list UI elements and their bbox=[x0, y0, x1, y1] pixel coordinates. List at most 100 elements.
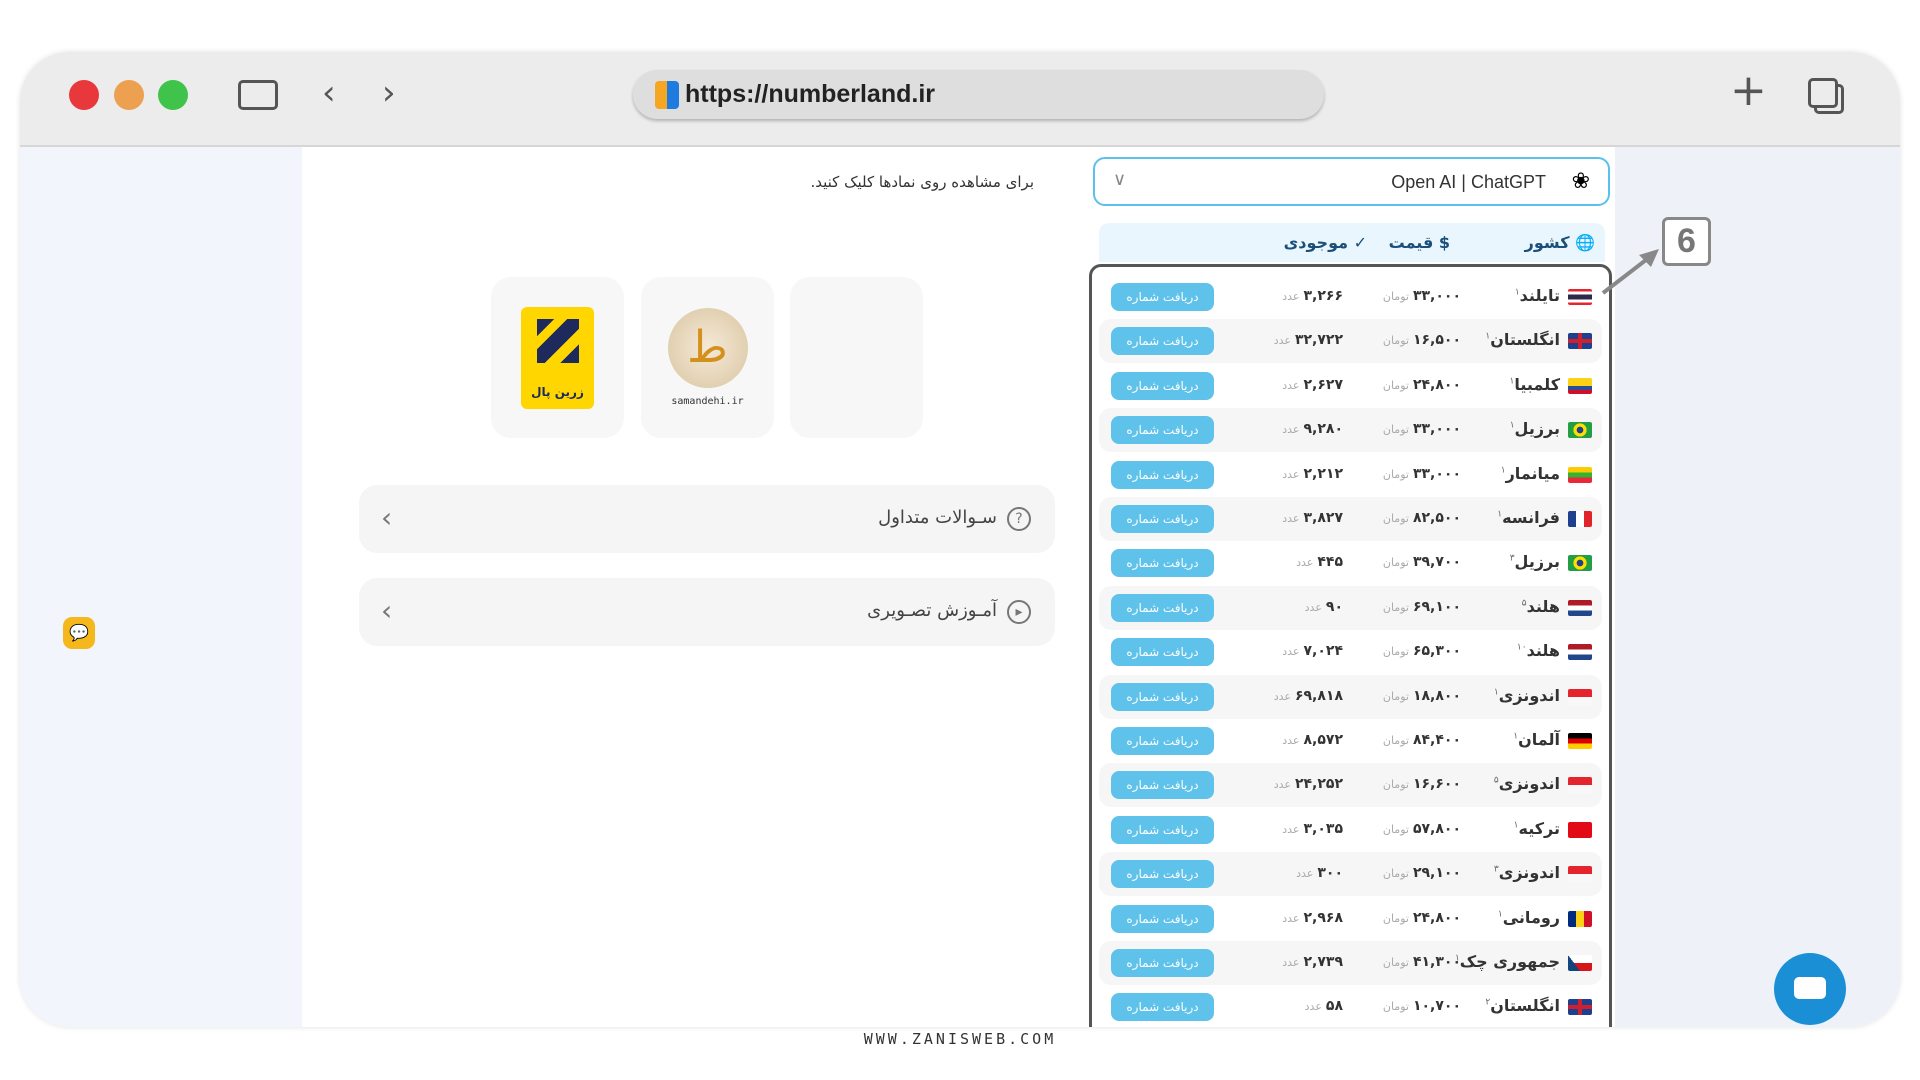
table-row: اندونزی۳ ۲۹,۱۰۰تومان ۳۰۰عدد دریافت شماره bbox=[1099, 852, 1602, 897]
table-row: اندونزی۵ ۱۶,۶۰۰تومان ۲۴,۲۵۲عدد دریافت شم… bbox=[1099, 763, 1602, 808]
stock: ۹۰عدد bbox=[1304, 598, 1343, 615]
table-row: رومانی۱ ۲۴,۸۰۰تومان ۲,۹۶۸عدد دریافت شمار… bbox=[1099, 897, 1602, 941]
support-chat-icon[interactable]: 💬 bbox=[63, 617, 95, 649]
price: ۶۹,۱۰۰تومان bbox=[1382, 598, 1461, 615]
enamad-badge-placeholder[interactable] bbox=[790, 277, 923, 438]
country-name: اندونزی۵ bbox=[1493, 774, 1560, 794]
table-row: هلند۱۰ ۶۵,۳۰۰تومان ۷,۰۲۴عدد دریافت شماره bbox=[1099, 630, 1602, 674]
table-row: جمهوری چک۱ ۴۱,۳۰۰تومان ۲,۷۳۹عدد دریافت ش… bbox=[1099, 941, 1602, 985]
country-name: انگلستان۱ bbox=[1485, 330, 1560, 350]
country-name: برزیل۱ bbox=[1509, 419, 1560, 439]
get-number-button[interactable]: دریافت شماره bbox=[1111, 771, 1214, 800]
table-row: انگلستان۲ ۱۰,۷۰۰تومان ۵۸عدد دریافت شماره bbox=[1099, 985, 1602, 1027]
price: ۲۹,۱۰۰تومان bbox=[1382, 865, 1461, 882]
numbers-table: تایلند۱ ۳۳,۰۰۰تومان ۳,۲۶۶عدد دریافت شمار… bbox=[1089, 264, 1612, 1027]
sidebar-toggle-icon[interactable] bbox=[238, 80, 278, 110]
table-row: فرانسه۱ ۸۲,۵۰۰تومان ۳,۸۲۷عدد دریافت شمار… bbox=[1099, 497, 1602, 541]
price: ۸۴,۴۰۰تومان bbox=[1382, 732, 1461, 748]
stock: ۵۸عدد bbox=[1304, 998, 1343, 1015]
get-number-button[interactable]: دریافت شماره bbox=[1111, 815, 1214, 844]
get-number-button[interactable]: دریافت شماره bbox=[1111, 505, 1214, 533]
stock: ۲,۲۱۲عدد bbox=[1282, 465, 1343, 482]
new-tab-icon[interactable]: + bbox=[1730, 69, 1767, 113]
get-number-button[interactable]: دریافت شماره bbox=[1111, 549, 1214, 578]
flag-germany-icon bbox=[1568, 733, 1592, 749]
stock: ۹,۲۸۰عدد bbox=[1282, 421, 1343, 438]
get-number-button[interactable]: دریافت شماره bbox=[1111, 460, 1214, 489]
annotation-arrow-icon bbox=[1601, 249, 1659, 295]
get-number-button[interactable]: دریافت شماره bbox=[1111, 371, 1214, 400]
table-row: ترکیه۱ ۵۷,۸۰۰تومان ۳,۰۳۵عدد دریافت شماره bbox=[1099, 808, 1602, 852]
site-logo-icon bbox=[655, 80, 679, 109]
question-icon: ? bbox=[1007, 507, 1031, 531]
badges-note: برای مشاهده روی نمادها کلیک کنید. bbox=[810, 173, 1034, 191]
stock: ۳,۲۶۶عدد bbox=[1282, 288, 1343, 304]
country-name: میانمار۱ bbox=[1500, 463, 1560, 483]
table-row: اندونزی۱ ۱۸,۸۰۰تومان ۶۹,۸۱۸عدد دریافت شم… bbox=[1099, 674, 1602, 719]
price: ۱۶,۵۰۰تومان bbox=[1382, 332, 1461, 349]
stock: ۳,۸۲۷عدد bbox=[1282, 510, 1343, 526]
chevron-down-icon: ∨ bbox=[1113, 169, 1127, 190]
maximize-button[interactable] bbox=[158, 80, 188, 110]
get-number-button[interactable]: دریافت شماره bbox=[1111, 327, 1214, 356]
close-button[interactable] bbox=[69, 80, 99, 110]
flag-indonesia-icon bbox=[1568, 688, 1592, 705]
forward-icon[interactable]: › bbox=[382, 76, 396, 110]
price: ۳۳,۰۰۰تومان bbox=[1382, 288, 1461, 304]
table-header: 🌐 کشور $ قیمت ✓ موجودی bbox=[1099, 223, 1605, 262]
price: ۳۳,۰۰۰تومان bbox=[1382, 465, 1461, 482]
url-text: https://numberland.ir bbox=[685, 80, 935, 108]
flag-france-icon bbox=[1568, 511, 1592, 527]
get-number-button[interactable]: دریافت شماره bbox=[1111, 993, 1214, 1022]
header-country: 🌐 کشور bbox=[1524, 233, 1595, 252]
get-number-button[interactable]: دریافت شماره bbox=[1111, 904, 1214, 933]
faq-label: سـوالات متداول bbox=[878, 507, 997, 528]
stock: ۶۹,۸۱۸عدد bbox=[1273, 687, 1343, 704]
step-annotation: 6 bbox=[1662, 217, 1711, 266]
get-number-button[interactable]: دریافت شماره bbox=[1111, 416, 1214, 445]
service-select[interactable]: ❀ Open AI | ChatGPT ∨ bbox=[1093, 157, 1610, 206]
flag-turkey-icon bbox=[1568, 821, 1592, 838]
get-number-button[interactable]: دریافت شماره bbox=[1111, 949, 1214, 977]
back-icon[interactable]: ‹ bbox=[322, 76, 336, 110]
country-name: آلمان۱ bbox=[1513, 730, 1560, 749]
browser-window: ‹ › https://numberland.ir + برای مشاهده … bbox=[20, 52, 1900, 1027]
video-tutorial-accordion[interactable]: ▸ آمـوزش تصـویری ‹ bbox=[359, 578, 1055, 646]
country-name: هلند۱۰ bbox=[1516, 641, 1560, 661]
header-price: $ قیمت bbox=[1388, 233, 1450, 252]
price: ۳۳,۰۰۰تومان bbox=[1382, 421, 1461, 438]
minimize-button[interactable] bbox=[114, 80, 144, 110]
flag-indonesia-icon bbox=[1568, 777, 1592, 794]
stock: ۳۰۰عدد bbox=[1296, 865, 1343, 882]
header-stock: ✓ موجودی bbox=[1283, 233, 1367, 252]
faq-accordion[interactable]: ? سـوالات متداول ‹ bbox=[359, 485, 1055, 553]
get-number-button[interactable]: دریافت شماره bbox=[1111, 593, 1214, 622]
zarinpal-logo: زرین پال bbox=[521, 306, 594, 409]
price: ۱۰,۷۰۰تومان bbox=[1382, 998, 1461, 1015]
tutorial-label: آمـوزش تصـویری bbox=[867, 600, 997, 621]
get-number-button[interactable]: دریافت شماره bbox=[1111, 682, 1214, 711]
country-name: برزیل۳ bbox=[1509, 552, 1560, 572]
address-bar[interactable]: https://numberland.ir bbox=[633, 70, 1324, 119]
table-row: برزیل۳ ۳۹,۷۰۰تومان ۴۴۵عدد دریافت شماره bbox=[1099, 541, 1602, 585]
stock: ۲۴,۲۵۲عدد bbox=[1273, 776, 1343, 793]
page-content: برای مشاهده روی نمادها کلیک کنید. زرین پ… bbox=[302, 147, 1615, 1027]
tabs-overview-icon[interactable] bbox=[1808, 78, 1838, 108]
get-number-button[interactable]: دریافت شماره bbox=[1111, 860, 1214, 889]
country-name: انگلستان۲ bbox=[1485, 996, 1560, 1016]
live-chat-button[interactable] bbox=[1774, 953, 1846, 1025]
samandehi-badge[interactable]: ط samandehi.ir bbox=[641, 277, 774, 438]
get-number-button[interactable]: دریافت شماره bbox=[1111, 727, 1214, 755]
zarinpal-badge[interactable]: زرین پال bbox=[491, 277, 624, 438]
flag-brazil-icon bbox=[1568, 422, 1592, 439]
get-number-button[interactable]: دریافت شماره bbox=[1111, 638, 1214, 667]
flag-uk-icon bbox=[1568, 333, 1592, 350]
country-name: ترکیه۱ bbox=[1513, 818, 1560, 838]
stock: ۳۲,۷۲۲عدد bbox=[1273, 332, 1343, 349]
price: ۱۸,۸۰۰تومان bbox=[1382, 687, 1461, 704]
stock: ۲,۷۳۹عدد bbox=[1282, 954, 1343, 970]
play-icon: ▸ bbox=[1007, 600, 1031, 624]
get-number-button[interactable]: دریافت شماره bbox=[1111, 283, 1214, 311]
flag-indonesia-icon bbox=[1568, 866, 1592, 883]
country-name: تایلند۱ bbox=[1514, 286, 1560, 305]
